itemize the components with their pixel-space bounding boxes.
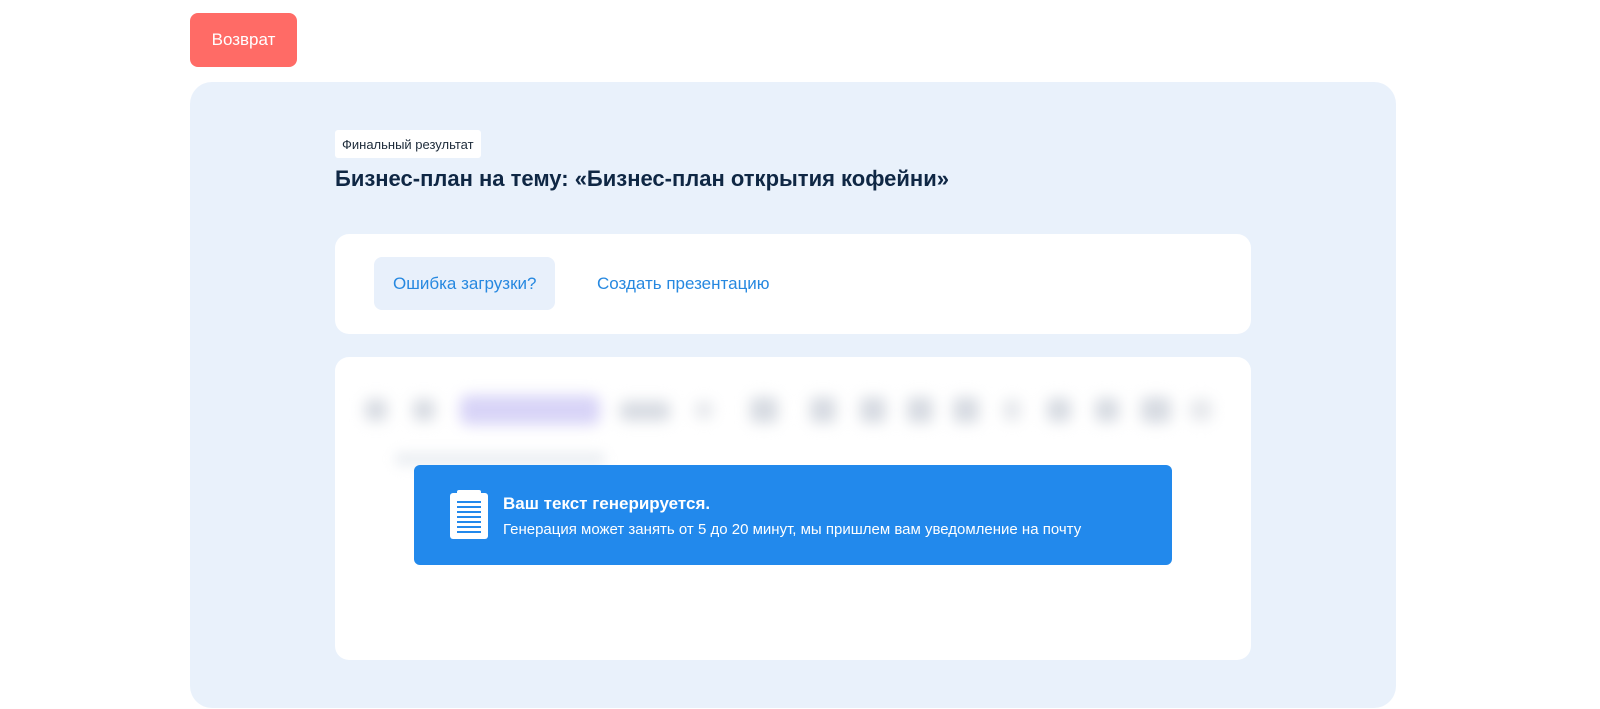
- editor-toolbar-blurred: [355, 385, 1225, 435]
- page: Возврат Финальный результат Бизнес-план …: [0, 0, 1600, 709]
- page-title: Бизнес-план на тему: «Бизнес-план открыт…: [335, 166, 949, 191]
- load-error-button[interactable]: Ошибка загрузки?: [374, 257, 556, 310]
- toolbar-style-select: [460, 395, 600, 425]
- toolbar-item: [1047, 398, 1071, 422]
- toolbar-item: [907, 397, 933, 423]
- generation-notice: Ваш текст генерируется. Генерация может …: [414, 465, 1172, 565]
- toolbar-item: [413, 399, 435, 421]
- toolbar-item: [1003, 399, 1021, 421]
- toolbar-item: [1190, 399, 1212, 421]
- create-presentation-button[interactable]: Создать презентацию: [590, 257, 777, 310]
- toolbar-item: [695, 401, 713, 419]
- toolbar-item: [953, 397, 979, 423]
- toolbar-item: [1141, 397, 1171, 423]
- actions-card: Ошибка загрузки? Создать презентацию: [335, 234, 1251, 334]
- toolbar-item: [810, 397, 836, 423]
- toolbar-item: [620, 401, 670, 421]
- editor-text-blurred: [395, 452, 605, 466]
- toolbar-item: [860, 397, 886, 423]
- editor-card: Ваш текст генерируется. Генерация может …: [335, 357, 1251, 660]
- back-button[interactable]: Возврат: [190, 13, 297, 67]
- toolbar-item: [1095, 398, 1119, 422]
- document-lines-icon: [450, 490, 488, 539]
- result-panel: Финальный результат Бизнес-план на тему:…: [190, 82, 1396, 708]
- notice-text: Генерация может занять от 5 до 20 минут,…: [503, 521, 1082, 538]
- notice-title: Ваш текст генерируется.: [503, 494, 711, 513]
- toolbar-item: [365, 399, 387, 421]
- result-tag: Финальный результат: [335, 130, 481, 158]
- toolbar-item: [750, 397, 778, 423]
